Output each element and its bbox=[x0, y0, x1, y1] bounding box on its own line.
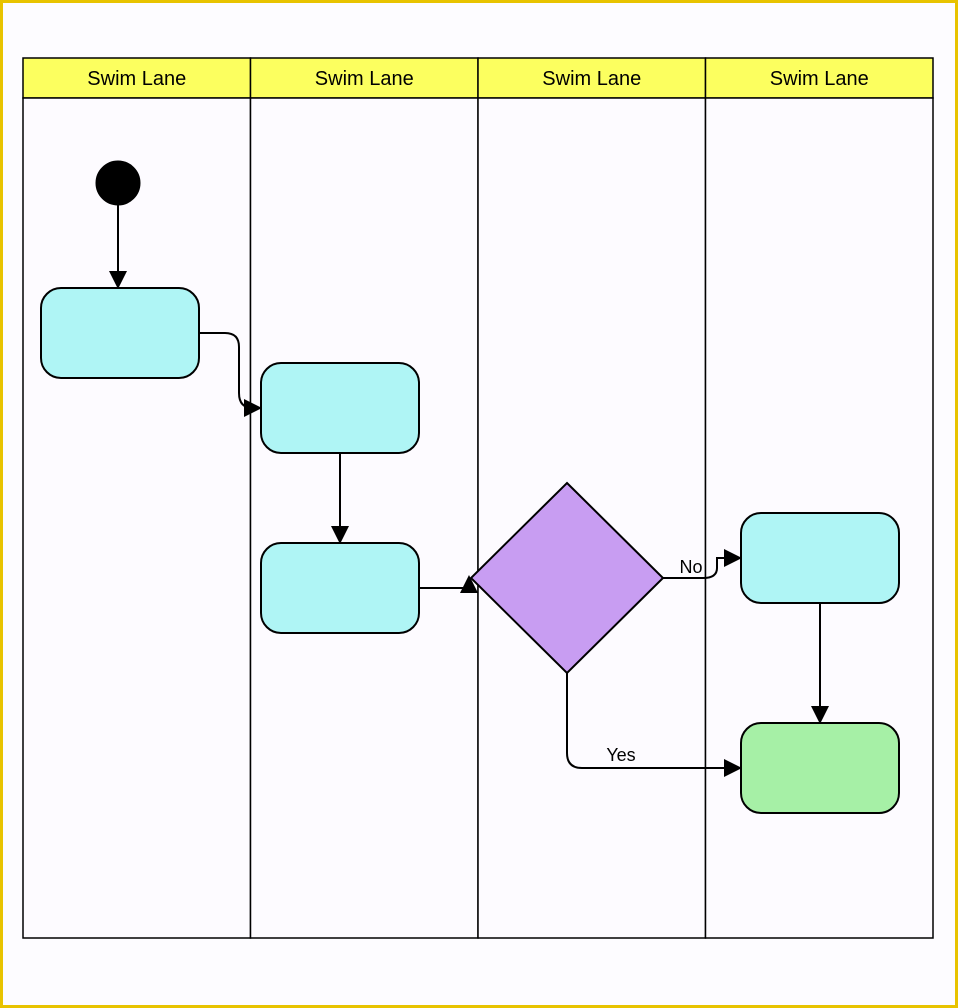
swimlane-2: Swim Lane bbox=[251, 58, 479, 938]
process-node-4[interactable] bbox=[741, 513, 899, 603]
process-node-2[interactable] bbox=[261, 363, 419, 453]
swimlane-3-label: Swim Lane bbox=[542, 68, 641, 90]
process-node-5[interactable] bbox=[741, 723, 899, 813]
swimlane-diagram: Swim Lane Swim Lane Swim Lane Swim Lane bbox=[3, 3, 955, 1005]
swimlane-3: Swim Lane bbox=[478, 58, 706, 938]
process-node-3[interactable] bbox=[261, 543, 419, 633]
process-node-1[interactable] bbox=[41, 288, 199, 378]
swimlane-1-label: Swim Lane bbox=[87, 68, 186, 90]
edge-label-yes: Yes bbox=[606, 745, 635, 765]
start-node[interactable] bbox=[96, 161, 140, 205]
swimlane-2-label: Swim Lane bbox=[315, 68, 414, 90]
diagram-frame: Swim Lane Swim Lane Swim Lane Swim Lane bbox=[0, 0, 958, 1008]
swimlane-4-label: Swim Lane bbox=[770, 68, 869, 90]
edge-label-no: No bbox=[679, 557, 702, 577]
